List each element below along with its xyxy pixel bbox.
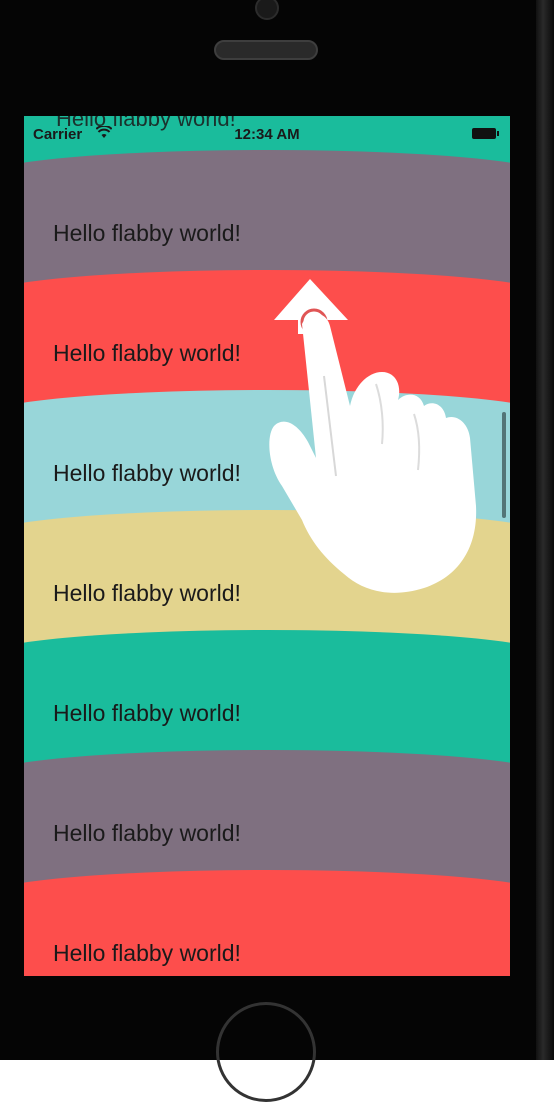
earpiece-speaker [214,40,318,60]
table-row[interactable]: Hello flabby world! [24,870,510,976]
home-button[interactable] [216,1002,316,1102]
phone-frame: Carrier 12:34 AM Hello flabby world! Hel… [0,0,554,1102]
row-label: Hello flabby world! [53,820,241,846]
phone-side-edge [536,0,554,1060]
status-bar: Carrier 12:34 AM [24,116,510,150]
swipe-up-hand-icon [269,279,477,593]
row-label: Hello flabby world! [53,460,241,486]
row-label: Hello flabby world! [53,220,241,246]
battery-icon [472,128,499,139]
row-label: Hello flabby world! [53,340,241,366]
app-screen: Carrier 12:34 AM Hello flabby world! Hel… [24,116,510,976]
status-time: 12:34 AM [234,126,300,143]
row-label: Hello flabby world! [53,580,241,606]
row-label: Hello flabby world! [53,700,241,726]
scroll-indicator [502,412,506,518]
row-label: Hello flabby world! [53,940,241,966]
